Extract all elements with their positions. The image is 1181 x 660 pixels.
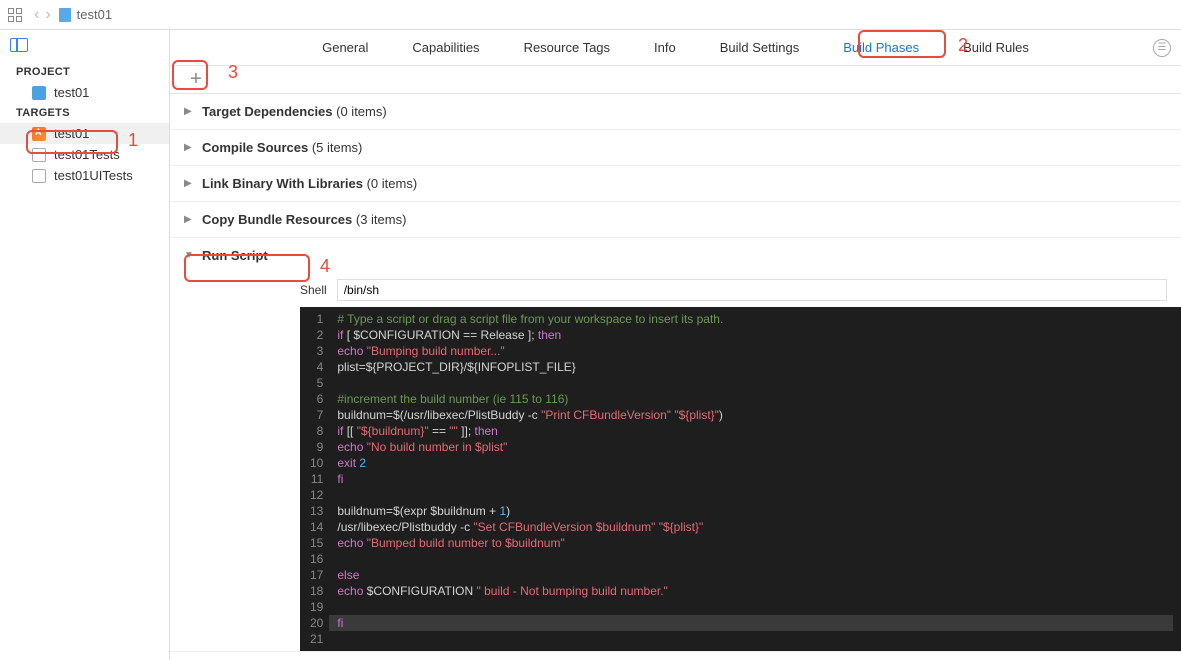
tab-general[interactable]: General	[318, 38, 372, 57]
tab-capabilities[interactable]: Capabilities	[408, 38, 483, 57]
target-icon	[32, 127, 46, 141]
disclosure-right-icon: ▶	[184, 178, 194, 189]
top-toolbar: ‹ › test01	[0, 0, 1181, 30]
phase-row[interactable]: ▶ Target Dependencies (0 items)	[170, 94, 1181, 130]
script-code[interactable]: # Type a script or drag a script file fr…	[329, 307, 1181, 651]
run-script-phase: ▼ Run Script Shell 123456789101112131415…	[170, 238, 1181, 652]
disclosure-right-icon: ▶	[184, 214, 194, 225]
shell-label: Shell	[300, 283, 327, 297]
target-label: test01	[54, 126, 89, 141]
shell-row: Shell	[170, 273, 1181, 307]
target-item[interactable]: test01UITests	[0, 165, 169, 186]
tab-build-settings[interactable]: Build Settings	[716, 38, 804, 57]
phase-row[interactable]: ▶ Copy Bundle Resources (3 items)	[170, 202, 1181, 238]
related-items-icon[interactable]	[8, 8, 22, 22]
phase-name: Compile Sources (5 items)	[202, 140, 362, 155]
tab-resource-tags[interactable]: Resource Tags	[520, 38, 614, 57]
project-item[interactable]: test01	[0, 82, 169, 103]
run-script-label: Run Script	[202, 248, 268, 263]
disclosure-right-icon: ▶	[184, 106, 194, 117]
tab-build-rules[interactable]: Build Rules	[959, 38, 1033, 57]
panel-toggle-icon[interactable]	[10, 38, 28, 52]
tab-info[interactable]: Info	[650, 38, 680, 57]
breadcrumb[interactable]: test01	[59, 7, 112, 22]
phase-row[interactable]: ▶ Compile Sources (5 items)	[170, 130, 1181, 166]
phase-name: Target Dependencies (0 items)	[202, 104, 387, 119]
line-gutter: 123456789101112131415161718192021	[300, 307, 329, 651]
tab-build-phases[interactable]: Build Phases	[839, 38, 923, 57]
target-icon	[32, 169, 46, 183]
tab-bar: General Capabilities Resource Tags Info Buil…	[170, 30, 1181, 66]
target-label: test01UITests	[54, 168, 133, 183]
project-icon	[32, 86, 46, 100]
nav-arrows: ‹ ›	[34, 6, 51, 24]
sidebar: PROJECT test01 TARGETS test01 test01Tests…	[0, 30, 170, 660]
target-item[interactable]: test01	[0, 123, 169, 144]
disclosure-right-icon: ▶	[184, 142, 194, 153]
filter-icon[interactable]: ☰	[1153, 39, 1171, 57]
phase-toolbar: +	[170, 66, 1181, 94]
shell-input[interactable]	[337, 279, 1167, 301]
disclosure-down-icon: ▼	[184, 250, 194, 261]
add-phase-button[interactable]: +	[184, 68, 208, 92]
phase-name: Copy Bundle Resources (3 items)	[202, 212, 406, 227]
back-arrow-icon[interactable]: ‹	[34, 6, 39, 24]
editor-content: General Capabilities Resource Tags Info Buil…	[170, 30, 1181, 660]
project-file-icon	[59, 8, 71, 22]
build-phases-list: ▶ Target Dependencies (0 items) ▶ Compile S…	[170, 94, 1181, 660]
target-label: test01Tests	[54, 147, 120, 162]
phase-row[interactable]: ▶ Link Binary With Libraries (0 items)	[170, 166, 1181, 202]
project-item-label: test01	[54, 85, 89, 100]
phase-name: Link Binary With Libraries (0 items)	[202, 176, 417, 191]
breadcrumb-label: test01	[77, 7, 112, 22]
forward-arrow-icon[interactable]: ›	[45, 6, 50, 24]
target-item[interactable]: test01Tests	[0, 144, 169, 165]
project-section-header: PROJECT	[0, 62, 169, 82]
run-script-header[interactable]: ▼ Run Script	[170, 238, 1181, 273]
script-editor[interactable]: 123456789101112131415161718192021 # Type…	[300, 307, 1181, 651]
target-icon	[32, 148, 46, 162]
targets-section-header: TARGETS	[0, 103, 169, 123]
